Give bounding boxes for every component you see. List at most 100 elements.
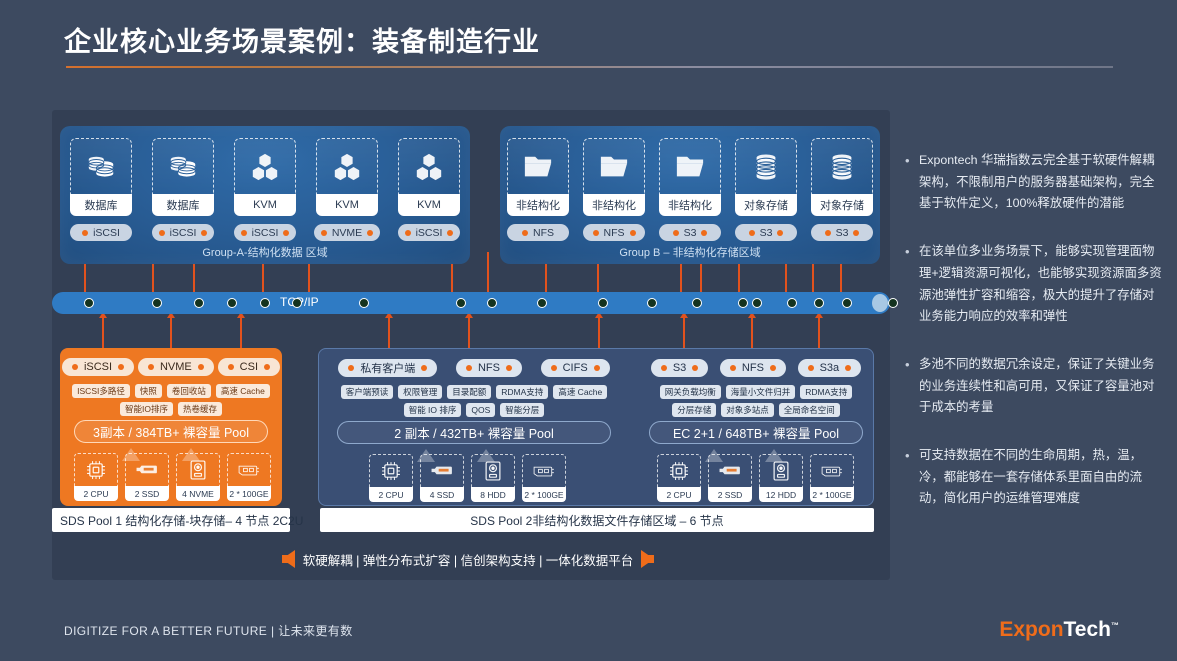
network-hub-node[interactable] [359, 298, 369, 308]
hardware-item: 4 SSD [420, 454, 464, 502]
database-icon [70, 138, 132, 194]
hardware-label: 4 SSD [420, 487, 464, 502]
hardware-item: 2 * 100GE [522, 454, 566, 502]
hardware-item: 2 SSD [125, 453, 169, 501]
workload-node: 非结构化 S3 [659, 138, 721, 241]
network-hub-node[interactable] [537, 298, 547, 308]
network-hub-node[interactable] [888, 298, 898, 308]
network-hub-node[interactable] [692, 298, 702, 308]
pool-protocol-pill[interactable]: iSCSI [61, 358, 135, 376]
network-hub-node[interactable] [260, 298, 270, 308]
pool-protocol-pill[interactable]: S3a [797, 359, 862, 377]
protocol-dot-icon [201, 229, 208, 236]
feature-tag: RDMA支持 [800, 385, 853, 399]
network-hub-node[interactable] [738, 298, 748, 308]
feature-tag: 智能分层 [500, 403, 545, 417]
pool-protocol-pill[interactable]: S3 [650, 359, 709, 377]
pool-protocol-pill[interactable]: CSI [217, 358, 281, 376]
protocol-pill[interactable]: NFS [583, 224, 645, 241]
network-hub-node[interactable] [292, 298, 302, 308]
hardware-item: 2 CPU [657, 454, 701, 502]
protocol-pill[interactable]: S3 [811, 224, 873, 241]
protocol-dot-icon [853, 229, 860, 236]
protocol-dot-icon [824, 229, 831, 236]
workload-node-label: KVM [398, 194, 460, 216]
pool-protocol-pill[interactable]: CIFS [540, 359, 610, 377]
group-b-node-row: 非结构化 NFS 非结构化 NFS 非结构化 S3 对象存储 S3 对象存储 S3 [500, 138, 880, 241]
workload-node: KVM iSCSI [397, 138, 461, 241]
sds-pool-1: iSCSI NVME CSI ISCSI多路径 快照 卷回收站 高速 Cache 智能IO排… [60, 348, 282, 506]
protocol-pill[interactable]: iSCSI [151, 224, 215, 241]
kvm-cubes-icon [234, 138, 296, 194]
network-hub-node[interactable] [647, 298, 657, 308]
feature-tag: 热卷缓存 [177, 402, 222, 416]
hardware-label: 2 * 100GE [227, 486, 271, 501]
workload-node-label: 非结构化 [507, 194, 569, 216]
bullet-item: • 多池不同的数据冗余设定，保证了关键业务的业务连续性和高可用，又保证了容量池对于… [905, 354, 1163, 419]
bullet-text: 多池不同的数据冗余设定，保证了关键业务的业务连续性和高可用，又保证了容量池对于成… [919, 356, 1155, 415]
protocol-label: NFS [603, 226, 625, 239]
connector-line [468, 312, 470, 352]
protocol-label: iSCSI [251, 226, 279, 239]
protocol-dot-icon [660, 365, 667, 371]
protocol-dot-icon [692, 365, 699, 371]
protocol-pill[interactable]: S3 [659, 224, 721, 241]
pool-protocol-pill[interactable]: NFS [455, 359, 522, 377]
feature-tag: QOS [466, 403, 496, 417]
network-hub-node[interactable] [84, 298, 94, 308]
hardware-item: 2 CPU [369, 454, 413, 502]
network-hub-node[interactable] [456, 298, 466, 308]
protocol-pill[interactable]: iSCSI [70, 224, 132, 241]
nic-card-icon [227, 453, 271, 486]
network-hub-node[interactable] [227, 298, 237, 308]
pool-protocol-label: S3a [819, 362, 840, 374]
workload-node-label: 对象存储 [735, 194, 797, 216]
pool2-right-protocol-row: S3 NFS S3a [645, 359, 867, 377]
network-hub-node[interactable] [842, 298, 852, 308]
protocol-label: S3 [835, 226, 849, 239]
page-title: 企业核心业务场景案例：装备制造行业 [64, 27, 540, 57]
protocol-pill[interactable]: NFS [507, 224, 569, 241]
protocol-dot-icon [629, 229, 636, 236]
workload-node-label: KVM [234, 194, 296, 216]
feature-tag: 全局命名空间 [778, 403, 840, 417]
group-b-label: Group B – 非结构化存储区域 [619, 247, 761, 259]
connector-line [170, 312, 172, 352]
pool2-left-hardware-row: 2 CPU 4 SSD 8 HDD 2 * 100GE [369, 454, 566, 502]
hardware-label: 2 * 100GE [810, 487, 854, 502]
protocol-pill[interactable]: NVME [313, 224, 381, 241]
protocol-pill[interactable]: S3 [735, 224, 797, 241]
protocol-label: NFS [533, 226, 554, 239]
protocol-dot-icon [672, 229, 679, 236]
pool-protocol-pill[interactable]: 私有客户端 [338, 359, 438, 377]
network-hub-node[interactable] [487, 298, 497, 308]
network-hub-node[interactable] [598, 298, 608, 308]
ssd-card-icon [420, 454, 464, 487]
cpu-icon [657, 454, 701, 487]
network-hub-node[interactable] [152, 298, 162, 308]
value-banner: 软硬解耦 | 弹性分布式扩容 | 信创架构支持 | 一体化数据平台 [258, 546, 678, 572]
feature-tag: RDMA支持 [496, 385, 549, 399]
pool-protocol-pill[interactable]: NVME [137, 358, 214, 376]
bullet-marker-icon: • [905, 153, 910, 168]
expontech-logo: ExponTech™ [999, 618, 1119, 642]
protocol-dot-icon [465, 365, 472, 371]
pool-protocol-pill[interactable]: NFS [719, 359, 786, 377]
protocol-dot-icon [367, 229, 374, 236]
title-divider [66, 66, 1113, 68]
protocol-dot-icon [158, 229, 165, 236]
protocol-pill[interactable]: iSCSI [233, 224, 297, 241]
network-hub-node[interactable] [814, 298, 824, 308]
protocol-dot-icon [320, 229, 327, 236]
protocol-pill[interactable]: iSCSI [397, 224, 461, 241]
network-hub-node[interactable] [752, 298, 762, 308]
bullet-text: 在该单位多业务场景下，能够实现管理面物理+逻辑资源可视化，也能够实现资源面多资源… [919, 244, 1162, 324]
network-hub-node[interactable] [787, 298, 797, 308]
hardware-label: 2 SSD [708, 487, 752, 502]
workload-node: 非结构化 NFS [583, 138, 645, 241]
protocol-dot-icon [769, 365, 776, 371]
hardware-label: 4 NVME [176, 486, 220, 501]
folder-icon [507, 138, 569, 194]
network-hub-node[interactable] [194, 298, 204, 308]
hardware-item: 12 HDD [759, 454, 803, 502]
